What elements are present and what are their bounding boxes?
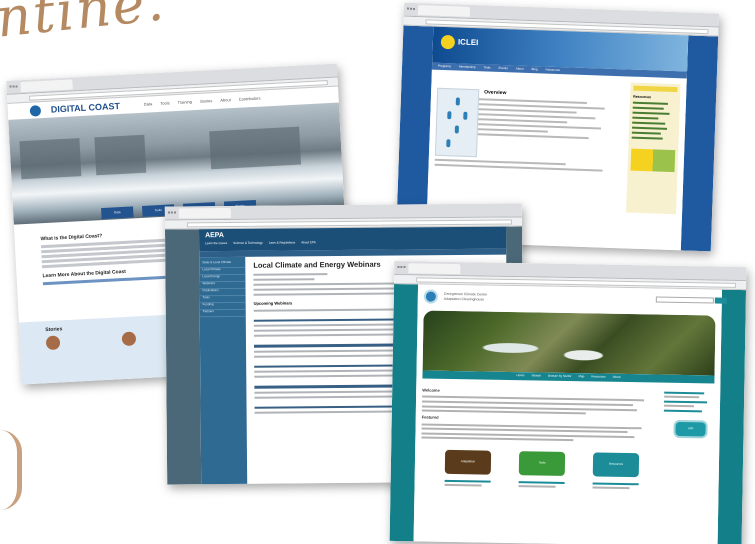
avatar — [121, 331, 136, 347]
header-link[interactable]: Laws & Regulations — [269, 241, 296, 246]
left-navigation: State & Local Climate Local Climate Loca… — [199, 256, 248, 485]
site-logo: DIGITAL COAST — [50, 100, 121, 115]
right-sidebar: Resources — [626, 82, 681, 215]
menu-item[interactable]: Events — [498, 66, 508, 71]
header-link[interactable]: About EPA — [301, 241, 316, 246]
nav-link[interactable]: About — [613, 375, 621, 380]
stream-photo — [422, 310, 716, 376]
feature-tile[interactable]: Tools — [518, 451, 566, 476]
sun-logo-icon — [440, 34, 456, 50]
menu-item[interactable]: Programs — [438, 63, 451, 68]
nav-link[interactable]: Search — [531, 374, 541, 379]
site-logo: ICLEI — [457, 37, 479, 48]
site-logo: AEPA — [205, 232, 225, 240]
sidebar-title: Resources — [633, 94, 652, 100]
climate-screenshot: Georgetown Climate Center Adaptation Cle… — [389, 260, 747, 544]
nav-link[interactable]: Stories — [200, 98, 213, 104]
globe-icon — [423, 289, 438, 304]
menu-item[interactable]: Resources — [545, 67, 560, 72]
avatar — [45, 335, 61, 351]
nav-link[interactable]: Home — [516, 373, 524, 378]
join-button[interactable]: Join — [673, 419, 708, 439]
menu-item[interactable]: About — [516, 66, 524, 71]
feature-tile[interactable]: Resources — [592, 452, 640, 478]
nav-link[interactable]: Browse by Sector — [548, 374, 572, 379]
nav-link[interactable]: Contributors — [239, 95, 261, 102]
decorative-curl — [0, 430, 22, 510]
header-link[interactable]: Learn the Issues — [205, 241, 227, 246]
logo-line: Adaptation Clearinghouse — [443, 296, 485, 302]
site-header: AEPA Learn the Issues Science & Technolo… — [198, 226, 507, 252]
nav-link[interactable]: Resources — [591, 375, 605, 380]
left-nav-item[interactable]: Partners — [199, 309, 246, 318]
right-sidebar: Join — [663, 389, 714, 447]
hero-button[interactable]: Data — [101, 206, 134, 220]
nav-link[interactable]: Training — [177, 99, 193, 106]
menu-item[interactable]: Membership — [459, 64, 476, 69]
menu-item[interactable]: Blog — [531, 67, 538, 72]
search-input[interactable] — [655, 296, 714, 304]
header-link[interactable]: Science & Technology — [233, 241, 263, 246]
nav-link[interactable]: About — [220, 97, 231, 103]
join-label: Join — [687, 426, 694, 431]
people-figure — [434, 87, 480, 158]
nav-link[interactable]: Data — [144, 101, 153, 107]
nav-link[interactable]: Tools — [160, 100, 170, 106]
feature-tiles: Adaptation Tools Resources — [421, 449, 713, 478]
menu-item[interactable]: Tools — [483, 65, 491, 70]
nav-link[interactable]: Map — [578, 374, 584, 379]
script-heading: ntine. — [0, 0, 169, 50]
feature-tile[interactable]: Adaptation — [444, 449, 492, 475]
sidebar-chart — [630, 148, 676, 173]
logo-icon — [29, 104, 42, 117]
